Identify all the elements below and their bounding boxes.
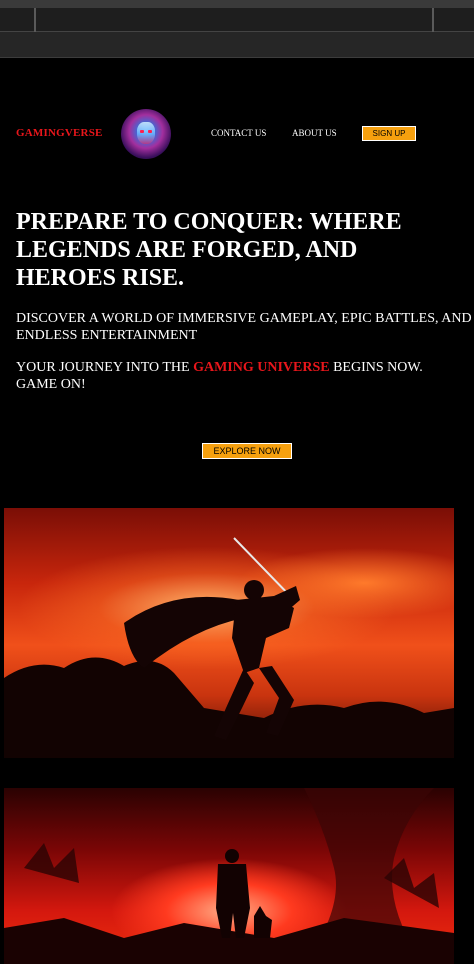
signup-button[interactable]: SIGN UP (362, 126, 416, 141)
samurai-warrior-art (4, 508, 454, 758)
nav-contact-us[interactable]: CONTACT US (211, 128, 266, 138)
hero-subtitle: DISCOVER A WORLD OF IMMERSIVE GAMEPLAY, … (16, 311, 472, 343)
browser-address-strip (0, 32, 474, 58)
explore-now-button[interactable]: EXPLORE NOW (202, 443, 292, 459)
samurai-silhouette-graphic (4, 537, 454, 758)
toolbar-divider (432, 8, 434, 32)
logo-eye-graphic (148, 130, 152, 133)
nav-about-us[interactable]: ABOUT US (292, 128, 337, 138)
dark-warrior-wolf-art (4, 788, 454, 964)
brand-name[interactable]: GAMINGVERSE (16, 127, 103, 139)
hero-headline: PREPARE TO CONQUER: WHERE LEGENDS ARE FO… (16, 209, 402, 291)
browser-toolbar (0, 8, 474, 32)
brand-logo-icon[interactable] (121, 109, 171, 159)
warrior-wolf-graphic (4, 788, 454, 964)
toolbar-divider (34, 8, 36, 32)
window-top-bar (0, 0, 474, 8)
tagline-text-start: YOUR JOURNEY INTO THE (16, 360, 194, 375)
logo-face-graphic (137, 122, 155, 144)
logo-eye-graphic (140, 130, 144, 133)
hero-tagline: YOUR JOURNEY INTO THE GAMING UNIVERSE BE… (16, 359, 466, 393)
tagline-highlight: GAMING UNIVERSE (193, 360, 330, 375)
